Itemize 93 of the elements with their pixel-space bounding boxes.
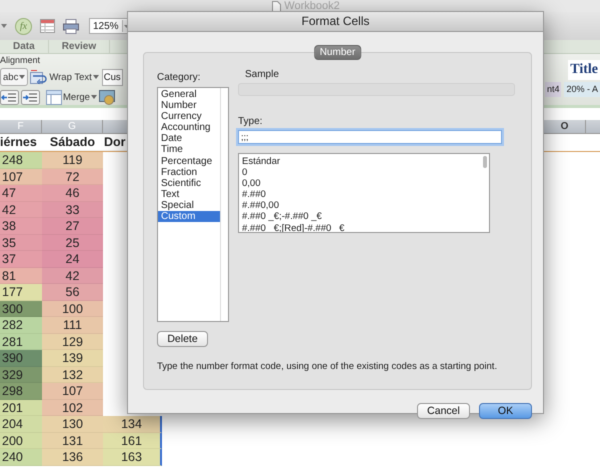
format-code-item[interactable]: 0 — [242, 167, 489, 178]
table-cell: 132 — [42, 366, 103, 383]
group-label: Alignment — [0, 56, 42, 65]
delete-button[interactable]: Delete — [157, 331, 208, 347]
table-cell: 134 — [103, 416, 162, 432]
table-cell: 42 — [0, 202, 42, 218]
table-cell: 37 — [0, 251, 42, 268]
table-cell: 136 — [42, 449, 103, 466]
merge-cells-icon[interactable] — [46, 90, 62, 104]
table-cell: 42 — [42, 268, 103, 284]
table-cell: 390 — [0, 350, 42, 366]
table-cell: 119 — [42, 152, 103, 168]
table-header-cell: Sábado — [42, 134, 103, 151]
category-item[interactable]: Fraction — [158, 166, 220, 178]
table-cell: 139 — [42, 350, 103, 366]
scrollbar-thumb[interactable] — [483, 156, 487, 168]
decrease-indent-icon[interactable] — [0, 90, 19, 104]
table-cell: 27 — [42, 218, 103, 234]
table-cell: 177 — [0, 284, 42, 300]
type-label: Type: — [238, 115, 264, 128]
table-cell: 72 — [42, 168, 103, 185]
table-cell: 24 — [42, 251, 103, 268]
currency-icon[interactable] — [98, 90, 115, 104]
table-cell: 131 — [42, 432, 103, 449]
table-cell: 281 — [0, 334, 42, 350]
format-code-item[interactable]: #.##0 _€;-#.##0 _€ — [242, 211, 489, 223]
table-icon[interactable] — [40, 19, 55, 33]
dialog-title: Format Cells — [128, 12, 543, 32]
table-cell: 107 — [42, 383, 103, 400]
category-item[interactable]: General — [158, 89, 220, 100]
table-cell: 201 — [0, 400, 42, 416]
document-icon[interactable] — [272, 0, 282, 12]
ribbon-tab[interactable]: Review — [48, 40, 110, 53]
table-cell: 46 — [42, 185, 103, 202]
table-cell: 56 — [42, 284, 103, 300]
table-cell: 204 — [0, 416, 42, 432]
category-label: Category: — [157, 71, 202, 84]
sample-label: Sample — [244, 68, 280, 81]
format-code-item[interactable]: #.##0 — [242, 189, 489, 200]
cell-style-swatch[interactable]: Title — [568, 60, 600, 80]
wrap-text-button[interactable]: Wrap Text — [30, 69, 99, 85]
category-item[interactable]: Number — [158, 100, 220, 112]
table-cell: 240 — [0, 449, 42, 466]
caret-icon[interactable] — [19, 74, 26, 80]
type-input-field[interactable]: ;;; — [238, 130, 502, 144]
caret-icon[interactable] — [92, 74, 99, 80]
window-title: Workbook2 — [284, 0, 340, 12]
table-cell: 163 — [103, 449, 162, 466]
table-cell: 33 — [42, 202, 103, 218]
table-cell: 200 — [0, 432, 42, 449]
category-item[interactable]: Scientific — [158, 178, 220, 189]
caret-icon[interactable] — [90, 94, 97, 100]
format-code-item[interactable]: #.##0,00 — [242, 200, 489, 212]
table-cell: 38 — [0, 218, 42, 234]
hint-text: Type the number format code, using one of the existing codes as a starting point. — [157, 361, 498, 372]
category-item[interactable]: Percentage — [158, 156, 220, 167]
category-item[interactable]: Special — [158, 200, 220, 212]
printer-icon[interactable] — [63, 18, 79, 34]
table-cell: 300 — [0, 300, 42, 317]
format-code-item[interactable]: Estándar — [242, 156, 489, 168]
table-cell: 282 — [0, 317, 42, 334]
category-item[interactable]: Custom — [158, 211, 220, 222]
number-tab[interactable]: Number — [314, 45, 362, 60]
table-cell: 100 — [42, 300, 103, 317]
table-cell: 129 — [42, 334, 103, 350]
increase-indent-icon[interactable] — [21, 90, 40, 104]
table-cell: 130 — [42, 416, 103, 432]
wrap-text-icon[interactable] — [30, 70, 48, 84]
ok-button[interactable]: OK — [479, 403, 532, 419]
cell-style-swatch[interactable]: nt4 — [544, 82, 562, 97]
table-cell: 102 — [42, 400, 103, 416]
table-cell: 298 — [0, 383, 42, 400]
table-cell: 35 — [0, 234, 42, 251]
cancel-button[interactable]: Cancel — [417, 403, 470, 419]
ribbon-tab[interactable]: Data — [0, 40, 49, 53]
table-cell: 329 — [0, 366, 42, 383]
merge-button[interactable]: Merge — [46, 89, 97, 105]
number-format-field[interactable]: Cus — [102, 68, 123, 86]
category-item[interactable]: Text — [158, 188, 220, 200]
table-cell: 47 — [0, 185, 42, 202]
table-cell: 107 — [0, 168, 42, 185]
table-cell: 248 — [0, 152, 42, 168]
category-item[interactable]: Accounting — [158, 122, 220, 134]
category-item[interactable]: Currency — [158, 111, 220, 122]
table-cell: 81 — [0, 268, 42, 284]
orientation-button[interactable]: abc — [0, 68, 28, 86]
table-cell: 111 — [42, 317, 103, 334]
table-cell: 25 — [42, 234, 103, 251]
cell-style-swatch[interactable]: 20% - A — [564, 82, 600, 97]
table-cell: 161 — [103, 432, 162, 449]
caret-icon[interactable] — [1, 23, 7, 29]
format-code-item[interactable]: 0,00 — [242, 178, 489, 190]
table-header-cell: iérnes — [0, 134, 42, 151]
